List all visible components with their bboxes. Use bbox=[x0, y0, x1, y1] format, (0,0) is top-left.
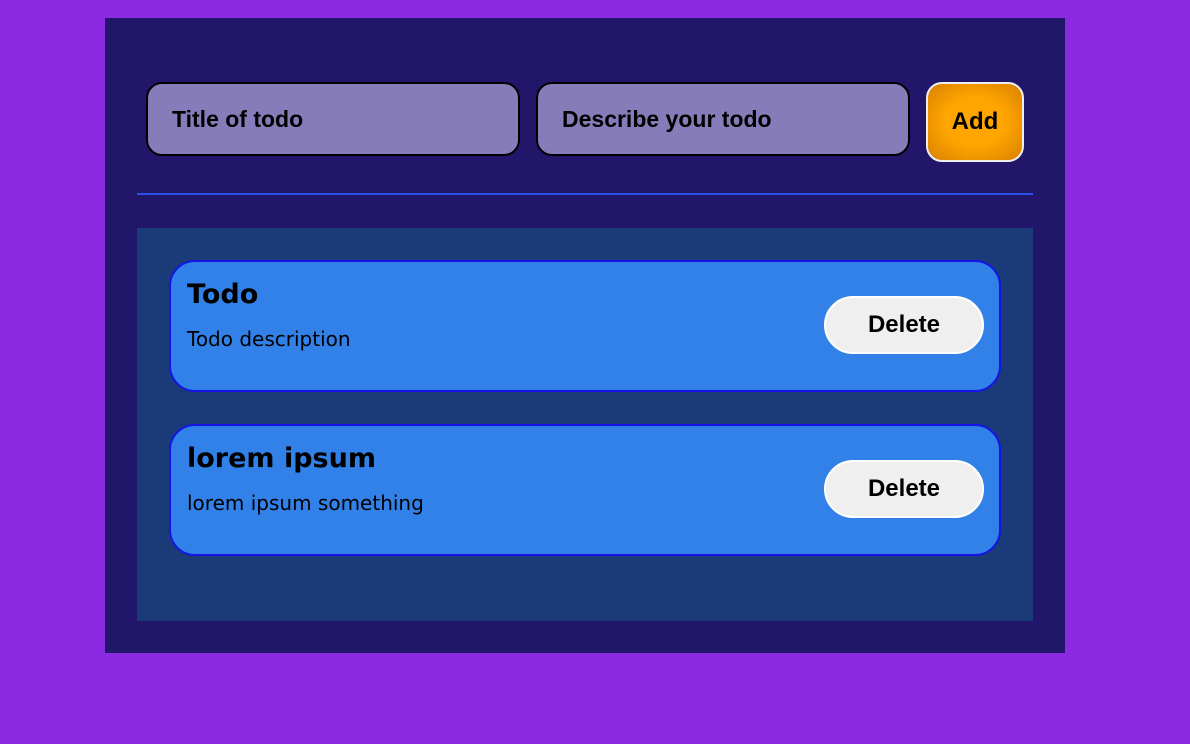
divider bbox=[137, 193, 1033, 195]
todo-description: Todo description bbox=[187, 327, 351, 351]
todo-description: lorem ipsum something bbox=[187, 491, 424, 515]
todo-title-input[interactable] bbox=[146, 82, 520, 156]
todo-app: Add Todo Todo description Delete lorem i… bbox=[105, 18, 1065, 653]
todo-card: Todo Todo description Delete bbox=[169, 260, 1001, 392]
todo-description-input[interactable] bbox=[536, 82, 910, 156]
todo-list: Todo Todo description Delete lorem ipsum… bbox=[137, 228, 1033, 621]
delete-button[interactable]: Delete bbox=[824, 460, 984, 518]
todo-title: Todo bbox=[187, 279, 259, 310]
add-button[interactable]: Add bbox=[926, 82, 1024, 162]
todo-title: lorem ipsum bbox=[187, 443, 376, 474]
add-todo-form: Add bbox=[146, 82, 1025, 162]
delete-button[interactable]: Delete bbox=[824, 296, 984, 354]
todo-card: lorem ipsum lorem ipsum something Delete bbox=[169, 424, 1001, 556]
